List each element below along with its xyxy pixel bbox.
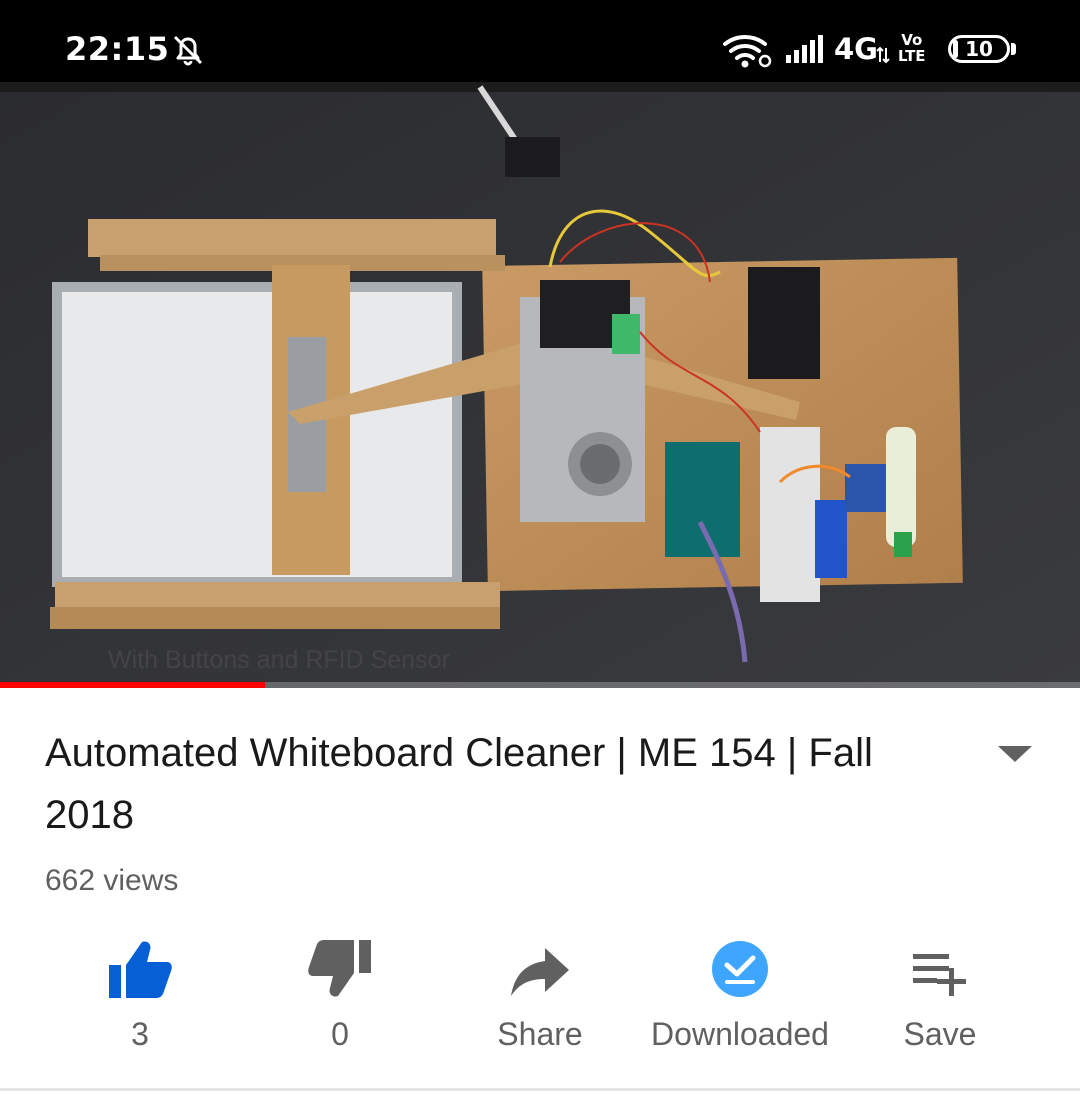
share-icon bbox=[511, 948, 569, 996]
share-button[interactable]: Share bbox=[440, 930, 640, 1070]
video-actions-bar: 3 0 Share Downloaded Save bbox=[0, 930, 1080, 1070]
save-label: Save bbox=[903, 1016, 977, 1052]
volte-bottom: LTE bbox=[898, 47, 926, 65]
chevron-down-icon bbox=[998, 746, 1032, 762]
video-frame bbox=[0, 82, 1080, 688]
playlist-add-icon bbox=[913, 954, 966, 996]
status-bar: 22:15 4G Vo LTE 10 bbox=[0, 0, 1080, 95]
share-label: Share bbox=[497, 1016, 583, 1052]
download-button[interactable]: Downloaded bbox=[640, 930, 840, 1070]
section-divider bbox=[0, 1088, 1080, 1091]
status-time: 22:15 bbox=[65, 30, 170, 68]
video-caption-overlay: With Buttons and RFID Sensor bbox=[108, 646, 450, 674]
dislike-button[interactable]: 0 bbox=[240, 930, 440, 1070]
battery-nub bbox=[1011, 43, 1016, 55]
battery-level: 10 bbox=[965, 37, 993, 61]
save-button[interactable]: Save bbox=[840, 930, 1040, 1070]
thumbs-up-icon bbox=[109, 941, 172, 998]
video-player[interactable]: With Buttons and RFID Sensor bbox=[0, 82, 1080, 688]
video-title: Automated Whiteboard Cleaner | ME 154 | … bbox=[45, 731, 873, 837]
video-progress-fill bbox=[0, 682, 265, 688]
wifi-icon bbox=[723, 34, 772, 68]
download-label: Downloaded bbox=[651, 1016, 829, 1052]
data-arrows-icon bbox=[876, 46, 890, 64]
volte-top: Vo bbox=[901, 31, 923, 49]
battery-icon: 10 bbox=[948, 35, 1010, 63]
dislike-count: 0 bbox=[331, 1016, 349, 1052]
video-progress-bar[interactable] bbox=[0, 682, 1080, 688]
like-count: 3 bbox=[131, 1016, 149, 1052]
volte-indicator: Vo LTE bbox=[898, 32, 926, 64]
like-button[interactable]: 3 bbox=[40, 930, 240, 1070]
signal-icon bbox=[786, 35, 823, 63]
thumbs-down-icon bbox=[308, 940, 371, 997]
expand-description-button[interactable] bbox=[990, 735, 1040, 771]
network-type: 4G bbox=[834, 32, 878, 66]
view-count: 662 views bbox=[45, 864, 179, 897]
alarm-off-icon bbox=[173, 35, 203, 66]
downloaded-check-icon bbox=[712, 941, 768, 997]
